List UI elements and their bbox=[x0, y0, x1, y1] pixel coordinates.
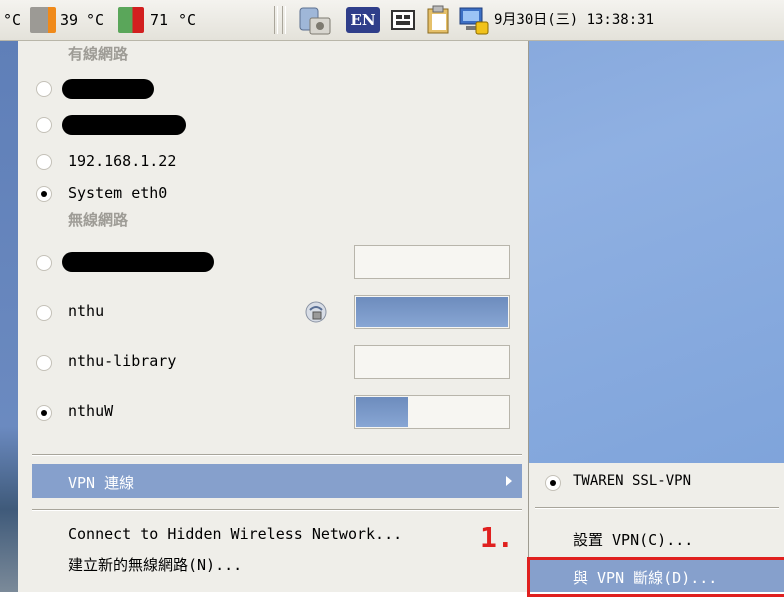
redacted-network-name bbox=[62, 79, 154, 99]
signal-strength-bar bbox=[354, 395, 510, 429]
menu-separator bbox=[32, 454, 522, 456]
temp3-value: 71 bbox=[150, 11, 169, 29]
network-label: nthu-library bbox=[68, 352, 177, 370]
radio-button-selected bbox=[36, 186, 52, 202]
desktop-edge bbox=[0, 41, 18, 592]
wireless-network-item[interactable]: nthuW bbox=[18, 387, 528, 437]
menu-separator bbox=[535, 507, 779, 509]
signal-strength-bar bbox=[354, 295, 510, 329]
network-label: System eth0 bbox=[68, 184, 168, 202]
vpn-connection-label: TWAREN SSL-VPN bbox=[573, 473, 692, 489]
wireless-networks-heading: 無線網路 bbox=[68, 211, 129, 229]
clipboard-icon[interactable] bbox=[422, 0, 456, 40]
signal-strength-bar bbox=[354, 245, 510, 279]
highlight-annotation-box bbox=[527, 557, 784, 597]
radio-button bbox=[36, 81, 52, 97]
network-label: nthuW bbox=[68, 402, 114, 420]
connect-hidden-network-item[interactable]: Connect to Hidden Wireless Network... bbox=[68, 525, 402, 543]
panel-separator bbox=[274, 6, 278, 34]
vpn-submenu: TWAREN SSL-VPN 設置 VPN(C)... 與 VPN 斷線(D).… bbox=[527, 463, 784, 597]
secure-network-icon bbox=[304, 300, 328, 324]
network-manager-icon[interactable] bbox=[296, 0, 334, 40]
vpn-connection-item[interactable]: TWAREN SSL-VPN bbox=[529, 463, 784, 503]
temp1-unit: °C bbox=[3, 11, 22, 29]
cpu-temp-icon bbox=[30, 7, 56, 33]
wired-network-item[interactable] bbox=[18, 105, 528, 145]
panel-separator bbox=[282, 6, 286, 34]
network-status-icon[interactable] bbox=[456, 0, 492, 40]
clock[interactable]: 9月30日(三) 13:38:31 bbox=[494, 0, 654, 40]
temp2-value: 39 bbox=[60, 11, 79, 29]
wired-network-item[interactable]: System eth0 bbox=[18, 174, 528, 214]
radio-button-selected bbox=[36, 405, 52, 421]
signal-strength-bar bbox=[354, 345, 510, 379]
network-label: 192.168.1.22 bbox=[68, 152, 177, 170]
radio-button-selected bbox=[545, 475, 561, 491]
temp3-unit: °C bbox=[178, 11, 197, 29]
network-label: nthu bbox=[68, 302, 105, 320]
signal-fill bbox=[356, 397, 408, 427]
redacted-network-name bbox=[62, 115, 186, 135]
wireless-network-item[interactable] bbox=[18, 237, 528, 287]
radio-button bbox=[36, 305, 52, 321]
top-panel: °C 39 °C 71 °C EN 9月30日(三) 13:38:31 bbox=[0, 0, 784, 41]
radio-button bbox=[36, 255, 52, 271]
radio-button bbox=[36, 117, 52, 133]
vpn-menu-label: VPN 連線 bbox=[68, 474, 135, 492]
step-number-annotation: 1. bbox=[480, 521, 514, 554]
radio-button bbox=[36, 154, 52, 170]
signal-fill bbox=[356, 297, 508, 327]
wired-network-item[interactable] bbox=[18, 69, 528, 109]
wired-networks-heading: 有線網路 bbox=[68, 45, 129, 63]
wireless-network-item[interactable]: nthu bbox=[18, 287, 528, 337]
submenu-arrow-icon bbox=[506, 476, 512, 486]
create-new-wireless-network-item[interactable]: 建立新的無線網路(N)... bbox=[68, 554, 242, 575]
radio-button bbox=[36, 355, 52, 371]
keyboard-icon[interactable] bbox=[388, 0, 418, 40]
menu-separator bbox=[32, 509, 522, 511]
gpu-temp-icon bbox=[118, 7, 144, 33]
configure-vpn-item[interactable]: 設置 VPN(C)... bbox=[573, 529, 693, 550]
vpn-connections-menu-item[interactable]: VPN 連線 bbox=[32, 464, 522, 498]
temp2-unit: °C bbox=[86, 11, 105, 29]
wireless-network-item[interactable]: nthu-library bbox=[18, 337, 528, 387]
input-method-indicator[interactable]: EN bbox=[346, 7, 380, 33]
network-menu: 有線網路 192.168.1.22 System eth0 無線網路 nthu … bbox=[18, 41, 529, 592]
redacted-network-name bbox=[62, 252, 214, 272]
